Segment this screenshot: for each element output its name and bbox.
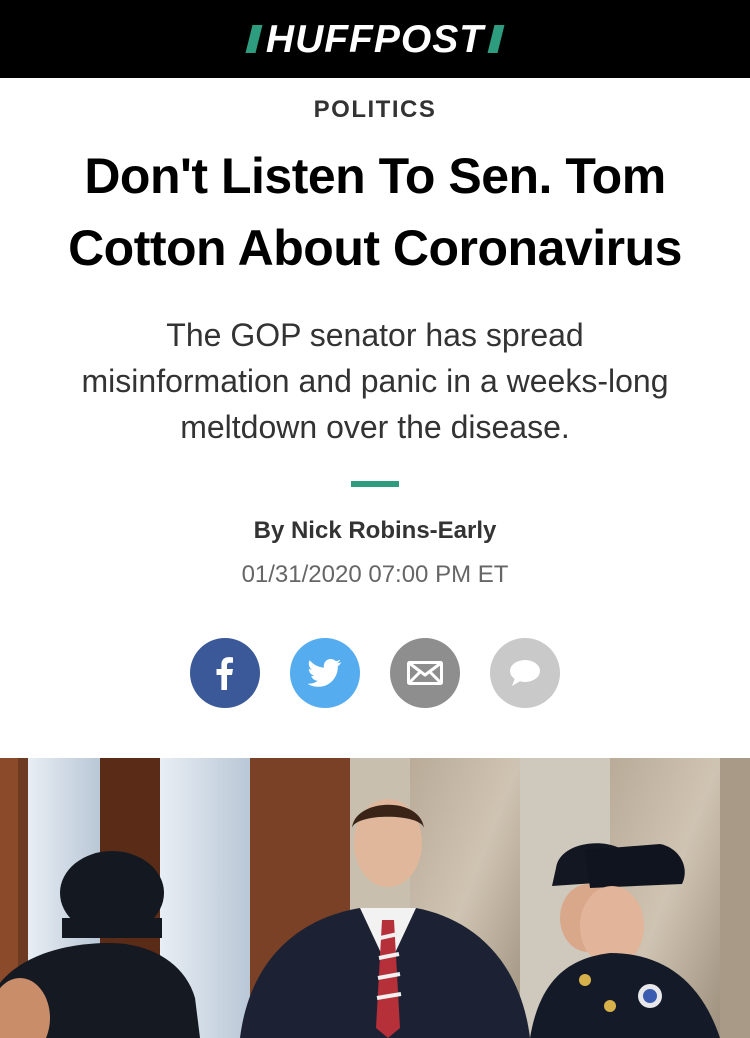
email-icon: [407, 661, 443, 685]
lead-photo[interactable]: [0, 758, 750, 1038]
twitter-share-button[interactable]: [290, 638, 360, 708]
divider: [351, 481, 399, 487]
dek-line: misinformation and panic in a weeks-long: [81, 363, 669, 399]
dek-line: meltdown over the disease.: [180, 409, 570, 445]
facebook-icon: [216, 657, 233, 690]
email-share-button[interactable]: [390, 638, 460, 708]
twitter-icon: [308, 659, 341, 687]
logo-text: HUFFPOST: [265, 17, 485, 61]
timestamp: 01/31/2020 07:00 PM ET: [241, 561, 509, 588]
site-header: HUFFPOST: [0, 0, 750, 78]
comment-icon: [510, 660, 540, 686]
article-dek: The GOP senator has spread misinformatio…: [30, 312, 720, 450]
logo-bar-left: [245, 25, 263, 53]
logo-bar-right: [487, 25, 505, 53]
section-label[interactable]: POLITICS: [0, 96, 750, 124]
headline-line: Cotton About Coronavirus: [68, 220, 682, 276]
share-bar: [190, 638, 560, 708]
headline-line: Don't Listen To Sen. Tom: [84, 148, 666, 204]
byline[interactable]: By Nick Robins-Early: [0, 517, 750, 545]
huffpost-logo[interactable]: HUFFPOST: [245, 17, 505, 61]
lead-photo-illustration: [0, 758, 750, 1038]
dek-line: The GOP senator has spread: [166, 317, 584, 353]
article-headline: Don't Listen To Sen. Tom Cotton About Co…: [30, 140, 720, 284]
facebook-share-button[interactable]: [190, 638, 260, 708]
comment-button[interactable]: [490, 638, 560, 708]
